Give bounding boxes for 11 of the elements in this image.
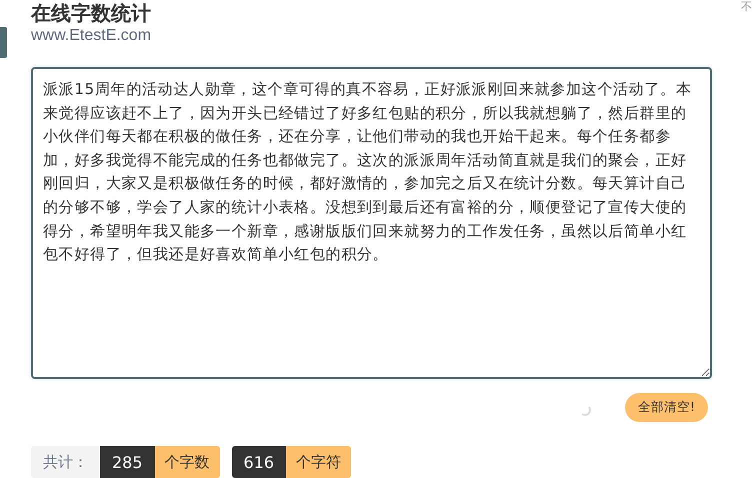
count-value: 616 [232,446,286,478]
count-unit: 个字数 [154,446,220,478]
count-unit: 个字符 [286,446,352,478]
spinner-icon [578,404,591,416]
count-value: 285 [100,446,155,478]
site-url: www.EtestE.com [31,26,152,46]
total-label: 共计： [31,446,100,478]
clear-all-button[interactable]: 全部清空! [624,392,708,422]
text-area[interactable]: 派派15周年的活动达人勋章，这个章可得的真不容易，正好派派刚回来就参加这个活动了。本来觉得应该赶不上了，因为开头已经错过了好多红包贴的积分，所以我就想躺了，然后群里的小伙伴们每天都在积极的做任务，还在分享，让他们带动的我也开始干起来。每个任务都参加，好多我觉得不能完成的任务也都做完了。这次的派派周年活动简直就是我们的聚会，正好刚回归，大家又是积极做任务的时候，都好激情的，参加完之后又在统计分数。每天算计自己的分够不够，学会了人家的统计小表格。没想到到最后还有富裕的分，顺便登记了宣传大使的得分，希望明年我又能多一个新章，感谢版版们回来就努力的工作发任务，虽然以后简单小红包不好得了，但我还是好喜欢简单小红包的积分。 [31,67,712,379]
corner-text: 不 [741,0,752,13]
site-title: 在线字数统计 [31,1,152,25]
